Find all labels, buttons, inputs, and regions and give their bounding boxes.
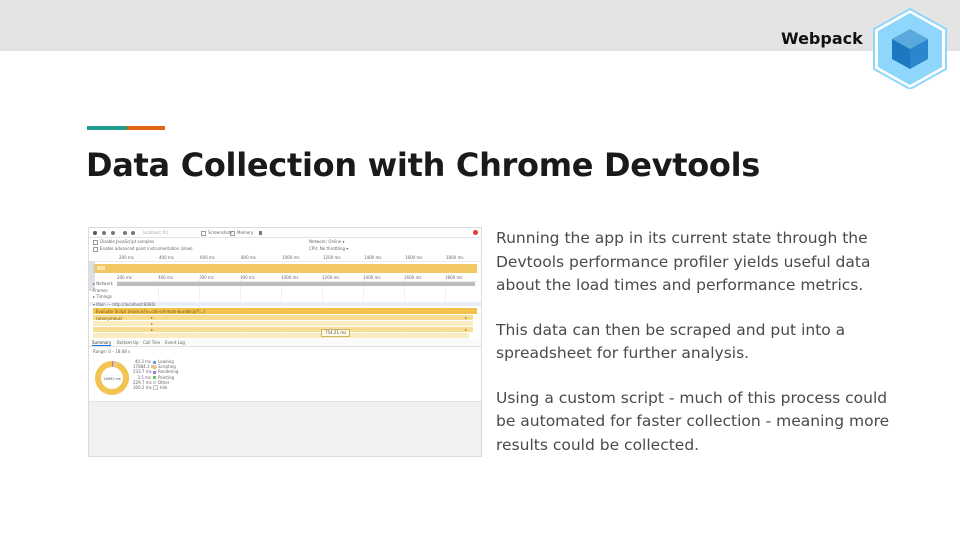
timing-tooltip: 754.21 ms — [321, 329, 351, 337]
flame-row — [93, 321, 473, 326]
ruler-tick: 800 ms — [241, 255, 256, 260]
ruler-tick: 1200 ms — [323, 255, 341, 260]
paragraph-2: This data can then be scraped and put in… — [496, 320, 846, 363]
timeline-ruler: 200 ms 400 ms 600 ms 800 ms 1000 ms 1200… — [117, 275, 477, 282]
ruler-tick: 1800 ms — [445, 275, 463, 280]
record-icon — [93, 231, 97, 235]
flame-row — [93, 333, 469, 338]
flame-marker: ▸ — [151, 315, 154, 320]
empty-details-area — [89, 401, 481, 456]
summary-total: 18691 ms — [103, 377, 121, 381]
devtools-screenshot: localhost #1 Screenshots Memory Disable … — [88, 227, 482, 457]
ruler-tick: 1800 ms — [446, 255, 464, 260]
network-throttle: Network: Online ▾ — [309, 239, 345, 244]
accent-bar-orange — [127, 126, 165, 130]
ruler-tick: 400 ms — [158, 275, 173, 280]
slide-title: Data Collection with Chrome Devtools — [86, 146, 761, 184]
accent-bar-teal — [87, 126, 127, 130]
ruler-tick: 200 ms — [117, 275, 132, 280]
cpu-overview-idle — [97, 266, 105, 270]
flame-marker: ▸ — [465, 315, 468, 320]
ruler-tick: 1000 ms — [282, 255, 300, 260]
disable-js-samples-option: Disable JavaScript samples — [93, 239, 154, 245]
devtools-toolbar: localhost #1 Screenshots Memory — [89, 228, 481, 238]
webpack-cube-icon — [873, 7, 947, 89]
details-tabs: Summary Bottom-Up Call Tree Event Log — [89, 339, 481, 347]
flame-marker: ▸ — [151, 327, 154, 332]
tab-event-log: Event Log — [165, 340, 185, 345]
ruler-tick: 600 ms — [199, 275, 214, 280]
flame-marker: ▸ — [151, 321, 154, 326]
overview-ruler: 200 ms 400 ms 600 ms 800 ms 1000 ms 1200… — [89, 255, 481, 262]
paragraph-3: Using a custom script - much of this pro… — [496, 388, 890, 454]
advanced-paint-option: Enable advanced paint instrumentation (s… — [93, 246, 193, 252]
tab-summary: Summary — [92, 340, 112, 346]
flame-row — [93, 327, 473, 332]
url-dropdown: localhost #1 — [143, 230, 169, 235]
network-track-bar — [117, 282, 475, 286]
screenshots-checkbox: Screenshots — [201, 230, 232, 236]
flame-row: (anonymous) — [93, 315, 473, 321]
trash-icon — [259, 231, 262, 235]
body-text: Running the app in its current state thr… — [496, 227, 891, 478]
flame-label: (anonymous) — [96, 315, 123, 321]
close-icon — [473, 230, 478, 235]
selection-handle — [89, 261, 95, 291]
upload-icon — [123, 231, 127, 235]
reload-icon — [102, 231, 106, 235]
legend-row-idle: 300.2 ms Idle — [133, 384, 168, 391]
summary-panel: 18691 ms 40.3 ms Loading 17884.3 msScript… — [89, 354, 481, 404]
tab-call-tree: Call Tree — [143, 340, 161, 345]
clear-icon — [111, 231, 115, 235]
summary-legend: 40.3 ms Loading 17884.3 msScripting 233.7… — [133, 359, 178, 391]
flame-label: Evaluate Script (main.js?v=cdn-v4-main-b… — [96, 309, 206, 314]
ruler-tick: 1200 ms — [322, 275, 340, 280]
ruler-tick: 1400 ms — [364, 255, 382, 260]
track-network: ▸ Network — [93, 281, 113, 286]
ruler-tick: 1000 ms — [281, 275, 299, 280]
brand-label: Webpack — [781, 29, 863, 48]
cpu-overview-strip — [93, 264, 477, 273]
ruler-tick: 200 ms — [119, 255, 134, 260]
tab-bottom-up: Bottom-Up — [117, 340, 139, 345]
track-main: ▾ Main — http://localhost:8080/ — [93, 302, 156, 307]
ruler-tick: 400 ms — [159, 255, 174, 260]
download-icon — [131, 231, 135, 235]
track-frames: Frames — [93, 288, 108, 293]
ruler-tick: 1600 ms — [404, 275, 422, 280]
ruler-tick: 800 ms — [240, 275, 255, 280]
memory-checkbox: Memory — [230, 230, 253, 236]
ruler-tick: 1600 ms — [405, 255, 423, 260]
ruler-tick: 1400 ms — [363, 275, 381, 280]
flame-evaluate-script: Evaluate Script (main.js?v=cdn-v4-main-b… — [93, 308, 477, 314]
paragraph-1: Running the app in its current state thr… — [496, 229, 871, 294]
track-timings: ▸ Timings — [93, 294, 112, 299]
cpu-throttle: CPU: No throttling ▾ — [309, 246, 349, 251]
ruler-tick: 600 ms — [200, 255, 215, 260]
flame-marker: ▸ — [465, 327, 468, 332]
